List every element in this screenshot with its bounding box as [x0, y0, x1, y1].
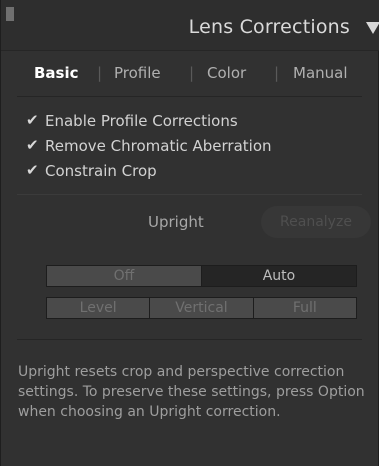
- upright-mode-row-2: Level Vertical Full: [46, 297, 357, 319]
- checkmark-icon[interactable]: ✔: [26, 111, 39, 129]
- upright-auto-button[interactable]: Auto: [202, 266, 356, 286]
- tab-separator: |: [189, 64, 195, 82]
- lens-corrections-panel: Lens Corrections Basic | Profile | Color…: [0, 0, 379, 466]
- collapse-triangle-icon[interactable]: [366, 22, 379, 34]
- checkbox-label: Constrain Crop: [45, 162, 157, 180]
- checkbox-enable-profile-corrections[interactable]: ✔ Enable Profile Corrections: [26, 111, 238, 130]
- upright-mode-row-1: Off Auto: [46, 265, 357, 287]
- checkmark-icon[interactable]: ✔: [26, 161, 39, 179]
- divider: [17, 339, 362, 340]
- upright-level-button[interactable]: Level: [47, 298, 151, 318]
- panel-title: Lens Corrections: [188, 16, 350, 38]
- tab-profile[interactable]: Profile: [114, 64, 161, 82]
- tab-color[interactable]: Color: [207, 64, 246, 82]
- panel-grip-icon: [6, 7, 14, 21]
- tab-manual[interactable]: Manual: [293, 64, 348, 82]
- checkmark-icon[interactable]: ✔: [26, 136, 39, 154]
- upright-label: Upright: [148, 213, 204, 231]
- upright-full-button[interactable]: Full: [253, 298, 356, 318]
- tab-separator: |: [274, 64, 280, 82]
- tab-separator: |: [97, 64, 103, 82]
- upright-vertical-button[interactable]: Vertical: [150, 298, 254, 318]
- upright-help-text: Upright resets crop and perspective corr…: [18, 364, 365, 420]
- panel-header[interactable]: Lens Corrections: [1, 0, 379, 51]
- checkbox-label: Remove Chromatic Aberration: [45, 137, 272, 155]
- divider: [17, 96, 362, 97]
- checkbox-constrain-crop[interactable]: ✔ Constrain Crop: [26, 161, 157, 180]
- tab-bar: Basic | Profile | Color | Manual: [34, 60, 364, 88]
- upright-off-button[interactable]: Off: [47, 266, 202, 286]
- divider: [17, 194, 362, 195]
- checkbox-remove-chromatic-aberration[interactable]: ✔ Remove Chromatic Aberration: [26, 136, 272, 155]
- reanalyze-button[interactable]: Reanalyze: [261, 206, 371, 238]
- checkbox-label: Enable Profile Corrections: [45, 112, 238, 130]
- tab-basic[interactable]: Basic: [34, 64, 79, 82]
